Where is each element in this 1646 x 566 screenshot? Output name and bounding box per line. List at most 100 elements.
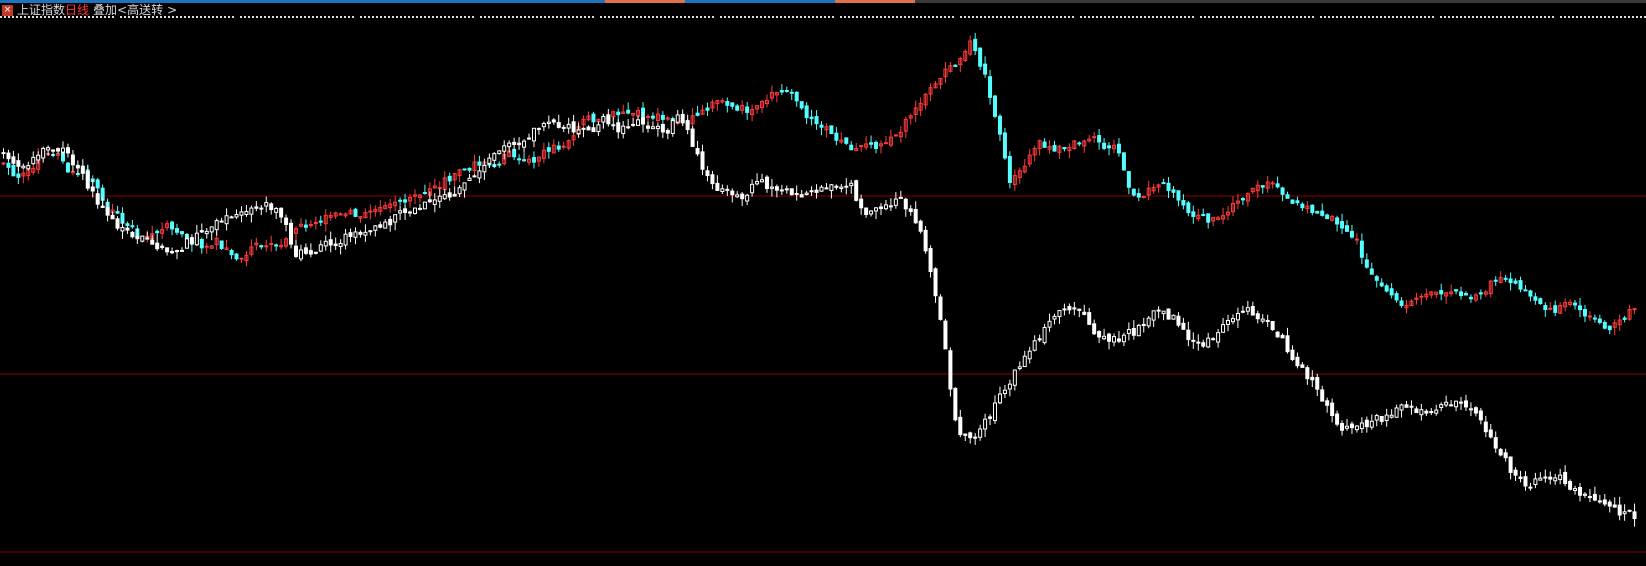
info-dot xyxy=(656,16,658,18)
candle-body xyxy=(1454,400,1459,408)
candle-body xyxy=(1022,355,1027,368)
candle-body xyxy=(1543,476,1548,479)
info-dot xyxy=(632,16,634,18)
candle-body xyxy=(913,208,918,224)
info-dot xyxy=(624,16,626,18)
info-dot xyxy=(572,16,574,18)
info-dot xyxy=(1552,16,1554,18)
candle-body xyxy=(799,101,804,109)
candle-body xyxy=(1107,333,1112,342)
candle-body xyxy=(968,432,973,439)
info-dot xyxy=(544,16,546,18)
info-dot xyxy=(372,16,374,18)
info-dot xyxy=(1296,16,1298,18)
candle-body xyxy=(56,148,61,152)
info-dot xyxy=(736,16,738,18)
info-dot xyxy=(1476,16,1478,18)
candle-body xyxy=(621,125,626,134)
info-dot xyxy=(268,16,270,18)
candle-body xyxy=(556,145,561,150)
candle-body xyxy=(1092,136,1097,139)
candle-body xyxy=(224,215,229,225)
candle-body xyxy=(1468,296,1473,300)
candlestick-chart[interactable] xyxy=(0,0,1646,566)
info-dot xyxy=(1376,16,1378,18)
candle-body xyxy=(482,164,487,173)
info-dot xyxy=(1340,16,1342,18)
info-dot xyxy=(260,16,262,18)
candle-body xyxy=(1037,338,1042,341)
info-dot xyxy=(28,16,30,18)
candle-body xyxy=(606,114,611,125)
info-dot xyxy=(1140,16,1142,18)
info-dot xyxy=(1352,16,1354,18)
candle-body xyxy=(502,145,507,152)
info-dot xyxy=(244,16,246,18)
info-dot xyxy=(640,16,642,18)
info-dot xyxy=(1624,16,1626,18)
candle-body xyxy=(1518,280,1523,290)
candle-body xyxy=(70,154,75,166)
info-dot xyxy=(232,16,234,18)
candle-body xyxy=(695,112,700,116)
info-dot xyxy=(768,16,770,18)
info-dot xyxy=(328,16,330,18)
info-dot xyxy=(1592,16,1594,18)
info-dot xyxy=(176,16,178,18)
info-dot xyxy=(1084,16,1086,18)
candle-body xyxy=(1027,350,1032,360)
candle-body xyxy=(556,121,561,128)
info-dot xyxy=(608,16,610,18)
candle-body xyxy=(1310,204,1315,214)
candle-body xyxy=(1607,325,1612,331)
candle-body xyxy=(477,161,482,166)
info-dot xyxy=(1264,16,1266,18)
info-dot xyxy=(1080,16,1082,18)
info-dot xyxy=(388,16,390,18)
info-dot xyxy=(280,16,282,18)
candle-body xyxy=(239,257,244,260)
candle-body xyxy=(650,126,655,130)
info-dot xyxy=(924,16,926,18)
info-dot xyxy=(780,16,782,18)
candle-body xyxy=(988,416,993,419)
candle-body xyxy=(849,182,854,187)
candle-body xyxy=(710,174,715,185)
candle-body xyxy=(522,159,527,162)
info-dot xyxy=(540,16,542,18)
candle-body xyxy=(462,182,467,191)
candle-body xyxy=(179,249,184,252)
candle-body xyxy=(1226,320,1231,325)
candle-body xyxy=(130,231,135,238)
candle-body xyxy=(90,186,95,192)
candle-body xyxy=(363,231,368,236)
info-dot xyxy=(1228,16,1230,18)
info-dot xyxy=(776,16,778,18)
candle-body xyxy=(531,127,536,142)
info-dot xyxy=(276,16,278,18)
candle-body xyxy=(1230,318,1235,323)
info-dot xyxy=(1308,16,1310,18)
candle-body xyxy=(616,122,621,133)
info-dot xyxy=(532,16,534,18)
candle-body xyxy=(105,206,110,216)
candle-body xyxy=(65,162,70,173)
info-dot xyxy=(744,16,746,18)
candle-body xyxy=(1285,335,1290,353)
info-dot xyxy=(384,16,386,18)
candle-body xyxy=(789,91,794,94)
info-dot xyxy=(348,16,350,18)
info-dot xyxy=(1276,16,1278,18)
candle-body xyxy=(1191,339,1196,342)
candle-body xyxy=(725,101,730,106)
info-dot xyxy=(1612,16,1614,18)
candle-body xyxy=(566,123,571,129)
candle-body xyxy=(1062,146,1067,150)
candle-body xyxy=(467,177,472,181)
info-dot xyxy=(0,16,2,18)
info-dot xyxy=(412,16,414,18)
candle-body xyxy=(799,194,804,198)
candle-body xyxy=(794,91,799,102)
info-dot xyxy=(628,16,630,18)
candle-body xyxy=(60,147,65,153)
